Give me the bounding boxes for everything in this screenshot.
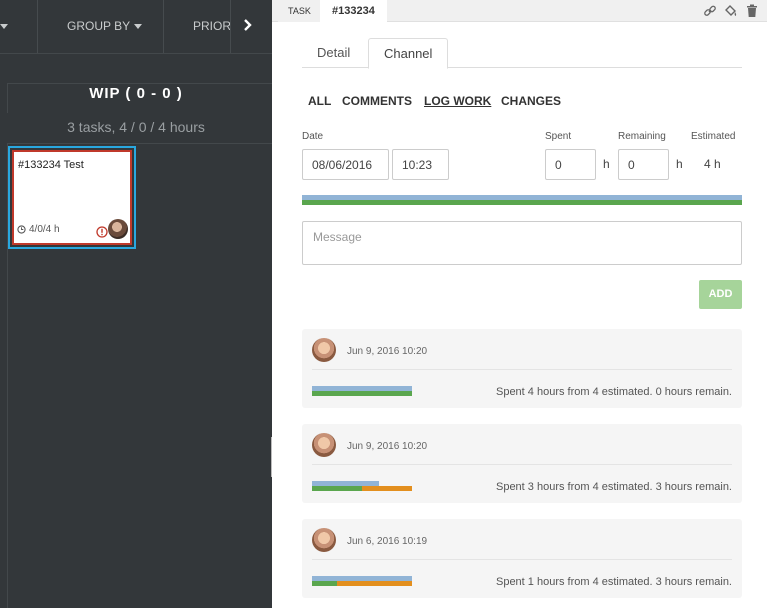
remaining-input[interactable] xyxy=(618,149,669,180)
log-text: Spent 1 hours from 4 estimated. 3 hours … xyxy=(495,576,732,588)
trash-icon[interactable] xyxy=(746,4,758,18)
avatar xyxy=(312,433,336,457)
task-id-tab[interactable]: #133234 xyxy=(320,0,387,22)
toolbar-divider xyxy=(37,0,38,53)
log-date: Jun 9, 2016 10:20 xyxy=(347,346,428,357)
alert-icon xyxy=(96,226,108,238)
date-label: Date xyxy=(302,131,324,142)
log-progress-bar xyxy=(312,391,412,396)
toolbar-divider xyxy=(163,0,164,53)
toolbar-next-button[interactable] xyxy=(230,0,266,53)
log-spent-segment xyxy=(312,486,362,491)
filter-comments[interactable]: COMMENTS xyxy=(342,94,412,108)
spent-input[interactable] xyxy=(545,149,596,180)
message-input[interactable] xyxy=(302,221,742,265)
log-entry: Jun 9, 2016 10:20 Spent 4 hours from 4 e… xyxy=(302,329,742,408)
card-hours-value: 4/0/4 h xyxy=(29,224,60,235)
estimated-value: 4 h xyxy=(704,157,721,171)
spent-progress-bar xyxy=(302,200,742,205)
log-divider xyxy=(312,559,732,560)
log-text: Spent 3 hours from 4 estimated. 3 hours … xyxy=(495,481,732,493)
tab-detail[interactable]: Detail xyxy=(302,38,365,68)
detail-tabs: Detail Channel xyxy=(302,38,742,69)
log-remaining-segment xyxy=(362,486,412,491)
time-input[interactable] xyxy=(392,149,449,180)
log-text: Spent 4 hours from 4 estimated. 0 hours … xyxy=(495,386,732,398)
add-button[interactable]: ADD xyxy=(699,280,742,309)
column-divider xyxy=(7,143,272,144)
log-entry: Jun 6, 2016 10:19 Spent 1 hours from 4 e… xyxy=(302,519,742,598)
avatar xyxy=(312,338,336,362)
date-input[interactable] xyxy=(302,149,389,180)
column-title: WIP ( 0 - 0 ) xyxy=(89,85,183,102)
task-type-tab[interactable]: TASK xyxy=(278,0,321,22)
priority-dropdown[interactable]: PRIORI xyxy=(193,0,230,53)
chevron-right-icon xyxy=(244,19,252,31)
chevron-down-icon xyxy=(134,24,143,30)
log-divider xyxy=(312,369,732,370)
link-icon[interactable] xyxy=(703,4,717,18)
panel-header: TASK #133234 xyxy=(272,0,767,22)
filter-log-work[interactable]: LOG WORK xyxy=(424,94,491,108)
task-detail-panel: TASK #133234 Detail Channel ALL COMMENTS… xyxy=(272,0,767,608)
remaining-unit: h xyxy=(676,157,683,171)
task-card[interactable]: #133234 Test 4/0/4 h xyxy=(12,150,132,245)
spent-label: Spent xyxy=(545,131,572,142)
group-by-label: GROUP BY xyxy=(67,19,131,33)
paint-bucket-icon[interactable] xyxy=(724,4,738,18)
log-spent-segment xyxy=(312,391,412,396)
remaining-label: Remaining xyxy=(618,131,666,142)
task-card-selected[interactable]: #133234 Test 4/0/4 h xyxy=(8,146,136,249)
spent-unit: h xyxy=(603,157,610,171)
clock-icon xyxy=(17,225,26,234)
card-title: #133234 Test xyxy=(18,159,84,171)
filter-changes[interactable]: CHANGES xyxy=(501,94,561,108)
group-by-dropdown[interactable]: GROUP BY xyxy=(67,0,143,53)
log-date: Jun 6, 2016 10:19 xyxy=(347,536,428,547)
assignee-avatar[interactable] xyxy=(108,219,128,239)
toolbar-dropdown-partial[interactable] xyxy=(0,0,10,53)
log-progress-bar xyxy=(312,581,412,586)
card-hours: 4/0/4 h xyxy=(17,224,60,235)
priority-label: PRIORI xyxy=(193,19,230,33)
column-summary: 3 tasks, 4 / 0 / 4 hours xyxy=(67,119,205,135)
estimated-label: Estimated xyxy=(691,131,736,142)
log-remaining-segment xyxy=(337,581,412,586)
board-toolbar: GROUP BY PRIORI xyxy=(0,0,272,54)
log-spent-segment xyxy=(312,581,337,586)
log-entry: Jun 9, 2016 10:20 Spent 3 hours from 4 e… xyxy=(302,424,742,503)
kanban-board: GROUP BY PRIORI WIP ( 0 - 0 ) 3 tasks, 4… xyxy=(0,0,272,608)
avatar xyxy=(312,528,336,552)
log-progress-bar xyxy=(312,486,412,491)
filter-all[interactable]: ALL xyxy=(308,94,331,108)
log-date: Jun 9, 2016 10:20 xyxy=(347,441,428,452)
tab-channel[interactable]: Channel xyxy=(368,38,449,69)
log-divider xyxy=(312,464,732,465)
